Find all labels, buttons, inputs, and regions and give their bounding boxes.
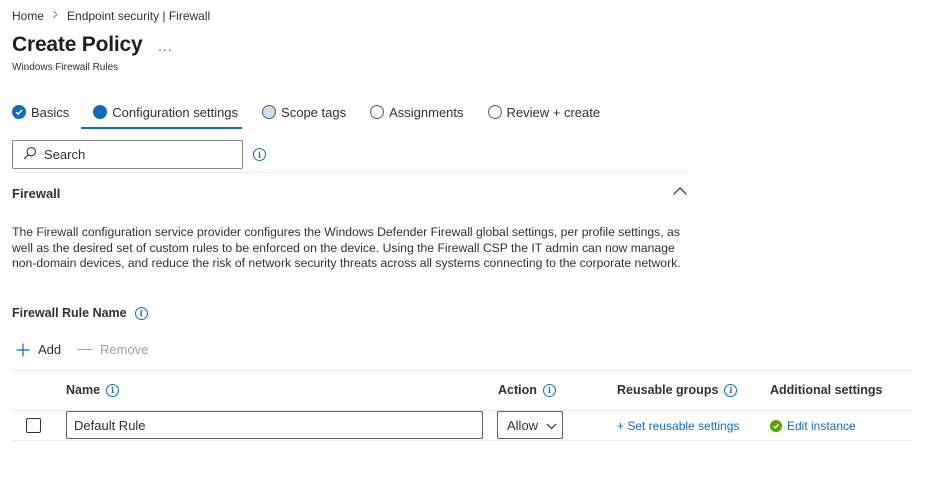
tab-configuration-settings[interactable]: Configuration settings — [81, 100, 242, 129]
check-circle-icon — [12, 105, 26, 119]
column-header-reusable-groups: Reusable groups i — [617, 383, 738, 397]
action-dropdown-value: Allow — [507, 417, 539, 433]
divider — [12, 172, 688, 173]
table-divider — [12, 440, 912, 441]
empty-circle-icon — [370, 105, 385, 119]
success-check-icon — [770, 420, 782, 432]
more-options-button[interactable]: ... — [158, 38, 173, 54]
rule-name-input[interactable] — [66, 411, 483, 439]
set-reusable-settings-link[interactable]: + Set reusable settings — [617, 419, 739, 433]
chevron-down-icon — [546, 418, 557, 433]
info-icon[interactable]: i — [253, 148, 266, 161]
section-title: Firewall — [12, 186, 61, 201]
add-button[interactable]: Add — [16, 342, 61, 357]
search-box[interactable] — [12, 140, 243, 169]
search-icon — [23, 146, 37, 163]
column-header-additional-settings: Additional settings — [770, 383, 883, 397]
edit-instance-link[interactable]: Edit instance — [787, 419, 856, 433]
add-label: Add — [38, 342, 62, 357]
search-input[interactable] — [44, 147, 224, 162]
tab-assignments-label: Assignments — [389, 104, 464, 120]
partial-circle-icon — [262, 105, 277, 119]
page-subtitle: Windows Firewall Rules — [12, 62, 119, 73]
info-icon[interactable]: i — [106, 383, 120, 397]
edit-instance-link-wrapper[interactable]: Edit instance — [770, 419, 856, 433]
remove-button[interactable]: Remove — [78, 342, 148, 357]
tab-basics[interactable]: Basics — [12, 100, 69, 124]
firewall-rule-name-text: Firewall Rule Name — [12, 306, 127, 320]
column-header-action: Action i — [498, 383, 556, 397]
breadcrumb-home-link[interactable]: Home — [12, 9, 44, 23]
column-header-reusable-text: Reusable groups — [617, 383, 719, 397]
column-header-additional-text: Additional settings — [770, 383, 883, 397]
tab-scope-tags-label: Scope tags — [281, 104, 347, 120]
wizard-tabs: Basics Configuration settings Scope tags… — [12, 100, 624, 130]
breadcrumb-current-link[interactable]: Endpoint security | Firewall — [67, 9, 210, 23]
remove-label: Remove — [100, 342, 149, 357]
firewall-rule-name-label: Firewall Rule Name i — [12, 306, 148, 320]
tab-review-create[interactable]: Review + create — [487, 100, 601, 124]
chevron-up-icon — [672, 184, 688, 199]
action-dropdown[interactable]: Allow — [497, 411, 563, 439]
tab-configuration-settings-label: Configuration settings — [112, 104, 239, 120]
tab-assignments[interactable]: Assignments — [370, 100, 464, 124]
tab-scope-tags[interactable]: Scope tags — [262, 100, 346, 124]
column-header-name: Name i — [66, 383, 120, 397]
empty-circle-icon — [487, 105, 502, 119]
column-header-action-text: Action — [498, 383, 537, 397]
info-icon[interactable]: i — [134, 306, 148, 320]
collapse-section-button[interactable] — [672, 184, 688, 199]
filled-circle-icon — [93, 105, 108, 119]
section-description: The Firewall configuration service provi… — [12, 225, 681, 270]
table-divider — [12, 370, 912, 371]
tab-basics-label: Basics — [31, 104, 70, 120]
info-icon[interactable]: i — [542, 383, 556, 397]
row-checkbox[interactable] — [26, 418, 41, 433]
minus-icon — [78, 349, 92, 350]
tab-review-create-label: Review + create — [506, 104, 601, 120]
page-title: Create Policy — [12, 33, 143, 56]
breadcrumb: Home Endpoint security | Firewall — [12, 9, 210, 23]
plus-icon — [16, 343, 30, 357]
info-icon[interactable]: i — [724, 383, 738, 397]
column-header-name-text: Name — [66, 383, 101, 397]
chevron-right-icon — [52, 10, 59, 22]
